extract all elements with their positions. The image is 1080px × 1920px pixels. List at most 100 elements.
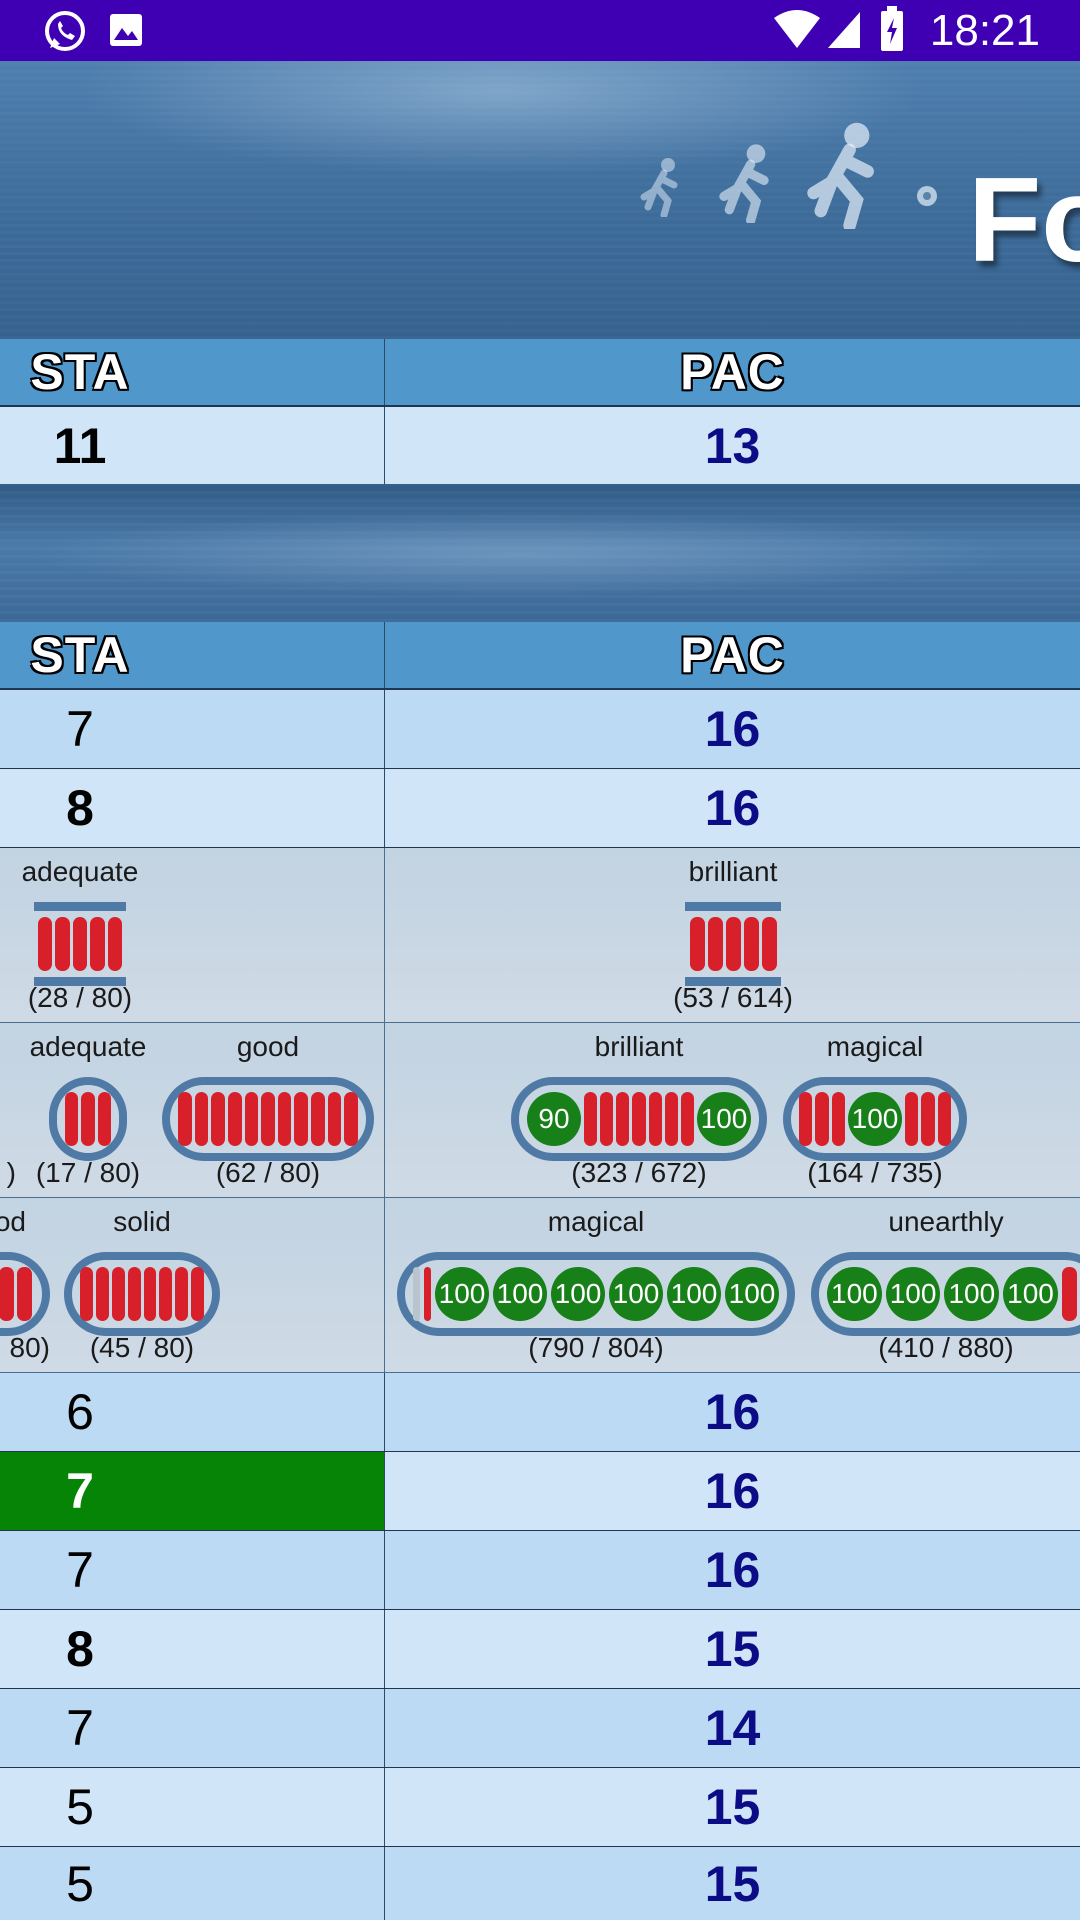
runner-icon <box>640 158 678 217</box>
image-icon <box>108 12 144 53</box>
header-banner: Fo <box>0 61 1080 339</box>
rating-meter: magical 100 100 100 100 100 100 (790 / 8… <box>397 1206 795 1364</box>
meter-bar <box>0 902 160 986</box>
cell-pac: 15 <box>704 1855 761 1912</box>
meter-count: (53 / 614) <box>673 982 793 1013</box>
meter-badge: 100 <box>609 1267 663 1321</box>
table-row[interactable]: 6 16 <box>0 1373 1080 1452</box>
meter-bar: 100 100 100 100 <box>811 1252 1080 1336</box>
meter-badge: 100 <box>667 1267 721 1321</box>
meter-bar <box>643 902 823 986</box>
table-row[interactable]: 5 15 <box>0 1847 1080 1920</box>
rating-meter: good (62 / 80) <box>162 1031 374 1189</box>
table-row[interactable]: 7 16 <box>0 1531 1080 1610</box>
cell-sta: 7 <box>0 1531 385 1609</box>
meter-label: od <box>0 1206 26 1237</box>
header-cell-sta: STA <box>0 339 385 405</box>
meter-badge: 100 <box>944 1267 1000 1321</box>
cell-value: 8 <box>66 780 94 836</box>
meter-badge: 100 <box>885 1267 941 1321</box>
ball-icon <box>917 186 937 206</box>
cell-sta: 8 <box>0 769 385 847</box>
meter-badge: 100 <box>848 1092 902 1146</box>
meter-count: (45 / 80) <box>89 1332 195 1363</box>
cell-pac: 13 <box>704 417 761 474</box>
header-label: STA <box>30 344 130 400</box>
table-row[interactable]: 7 16 <box>0 690 1080 769</box>
meter-bar <box>20 1077 156 1161</box>
cell-sta: 8 <box>0 1610 385 1688</box>
meter-count: (323 / 672) <box>571 1157 707 1188</box>
meter-label: magical <box>547 1206 645 1237</box>
meter-label: brilliant <box>594 1031 684 1062</box>
whatsapp-icon <box>42 8 88 59</box>
meter-badge: 100 <box>493 1267 547 1321</box>
runner-icon <box>719 144 769 223</box>
header-cell-pac: PAC <box>680 627 785 683</box>
rating-meter: magical 100 (164 / 735) <box>783 1031 967 1189</box>
rating-meter: adequate (28 / 80) <box>0 856 160 1014</box>
meter-bar: 90 100 <box>511 1077 767 1161</box>
meter-row: od 80) solid (45 / 80) magical 100 10 <box>0 1198 1080 1373</box>
header-cell-pac: PAC <box>680 344 785 400</box>
cell-pac: 16 <box>704 1463 761 1519</box>
meter-label: brilliant <box>688 856 778 887</box>
stadium-banner <box>0 484 1080 622</box>
wifi-icon <box>772 10 822 55</box>
cell-pac: 14 <box>704 1700 761 1756</box>
cell-sta: 7 <box>0 690 385 768</box>
meter-bar: 100 100 100 100 100 100 <box>397 1252 795 1336</box>
meter-cell-pac: magical 100 100 100 100 100 100 (790 / 8… <box>385 1198 1080 1372</box>
cell-pac: 16 <box>704 780 761 836</box>
cell-sta: 11 <box>0 407 385 484</box>
table-header: STA PAC <box>0 339 1080 407</box>
page-title: Fo <box>968 153 1080 287</box>
cell-pac: 15 <box>704 1779 761 1835</box>
meter-row: adequate (28 / 80) brilliant (53 / 614) <box>0 848 1080 1023</box>
meter-badge: 100 <box>827 1267 882 1321</box>
meter-cell-sta: adequate (28 / 80) <box>0 848 385 1022</box>
rating-meter: solid (45 / 80) <box>64 1206 220 1364</box>
cell-pac: 16 <box>704 701 761 757</box>
meter-label: magical <box>826 1031 924 1062</box>
table-row[interactable]: 5 15 <box>0 1768 1080 1847</box>
signal-icon <box>826 10 862 55</box>
table-row[interactable]: 11 13 <box>0 407 1080 484</box>
meter-badge: 90 <box>527 1092 581 1146</box>
cell-pac: 15 <box>704 1621 761 1677</box>
cell-value: 7 <box>66 1700 94 1756</box>
meter-count: (17 / 80) <box>35 1157 141 1188</box>
meter-count: 80) <box>9 1332 50 1363</box>
cell-value: 6 <box>66 1384 94 1440</box>
table-row[interactable]: 8 15 <box>0 1610 1080 1689</box>
meter-badge: 100 <box>725 1267 779 1321</box>
cell-value: 11 <box>53 417 107 474</box>
cell-value: 5 <box>66 1855 94 1912</box>
meter-row: ) adequate (17 / 80) good (62 / 80) bril… <box>0 1023 1080 1198</box>
table-row[interactable]: 7 14 <box>0 1689 1080 1768</box>
runner-icon <box>807 122 874 229</box>
meter-count: (164 / 735) <box>807 1157 943 1188</box>
cell-value: 7 <box>66 1542 94 1598</box>
meter-bar <box>64 1252 220 1336</box>
header-cell-sta: STA <box>0 622 385 688</box>
meter-badge: 100 <box>696 1092 751 1146</box>
rating-meter: unearthly 100 100 100 100 (410 / 880) <box>811 1206 1080 1364</box>
meter-bar <box>162 1077 374 1161</box>
cell-pac: 16 <box>704 1542 761 1598</box>
table-row[interactable]: 8 16 <box>0 769 1080 848</box>
meter-label: good <box>236 1031 300 1062</box>
cell-value: 7 <box>66 1463 94 1519</box>
table-row[interactable]: 7 16 <box>0 1452 1080 1531</box>
meter-cell-sta: ) adequate (17 / 80) good (62 / 80) <box>0 1023 385 1197</box>
rating-meter: brilliant (53 / 614) <box>643 856 823 1014</box>
meter-count: (62 / 80) <box>215 1157 321 1188</box>
meter-label: unearthly <box>888 1206 1004 1237</box>
cell-value: 5 <box>66 1779 94 1835</box>
meter-label: adequate <box>21 856 139 887</box>
meter-bar: 100 <box>783 1077 967 1161</box>
meter-label: adequate <box>29 1031 147 1062</box>
meter-count: (790 / 804) <box>528 1332 664 1363</box>
cell-sta: 6 <box>0 1373 385 1451</box>
rating-meter: ) <box>0 1031 16 1189</box>
